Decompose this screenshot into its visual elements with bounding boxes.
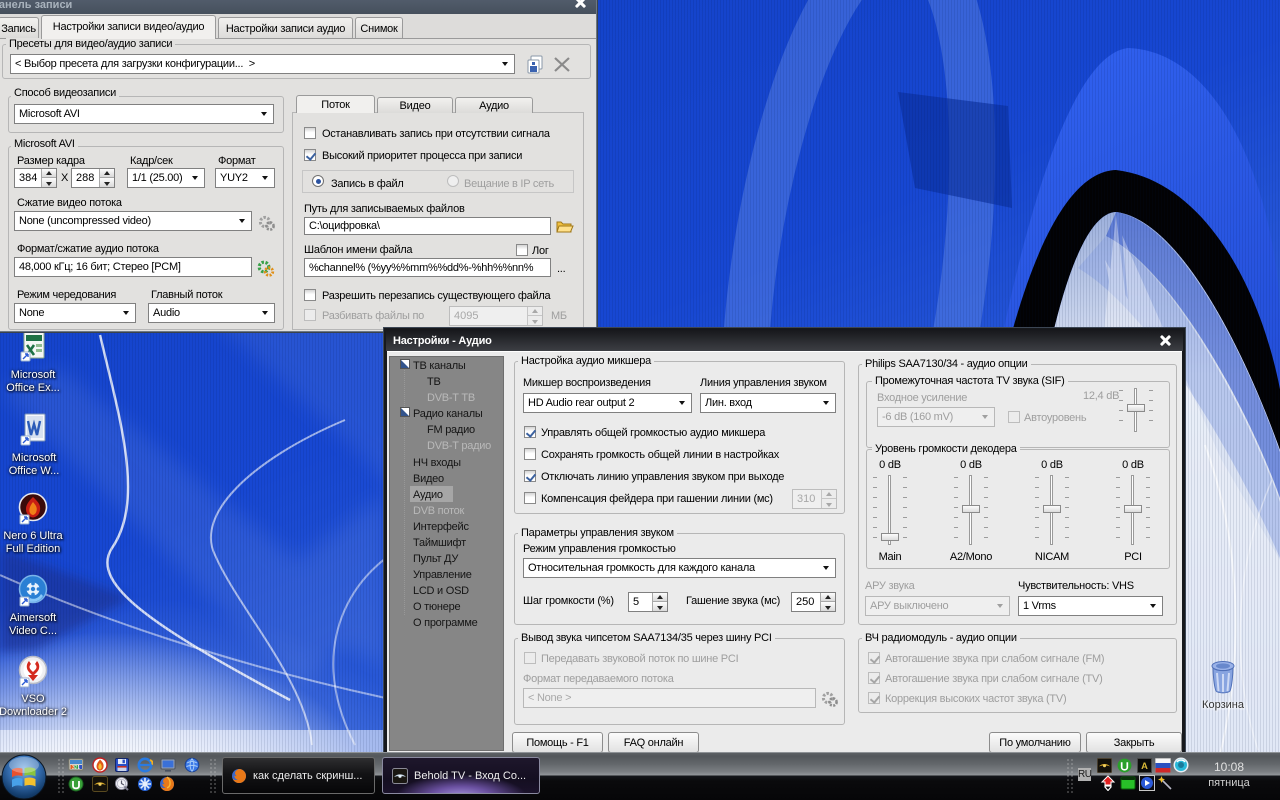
svg-text:321: 321 xyxy=(72,765,81,771)
svg-text:A: A xyxy=(1141,761,1148,771)
